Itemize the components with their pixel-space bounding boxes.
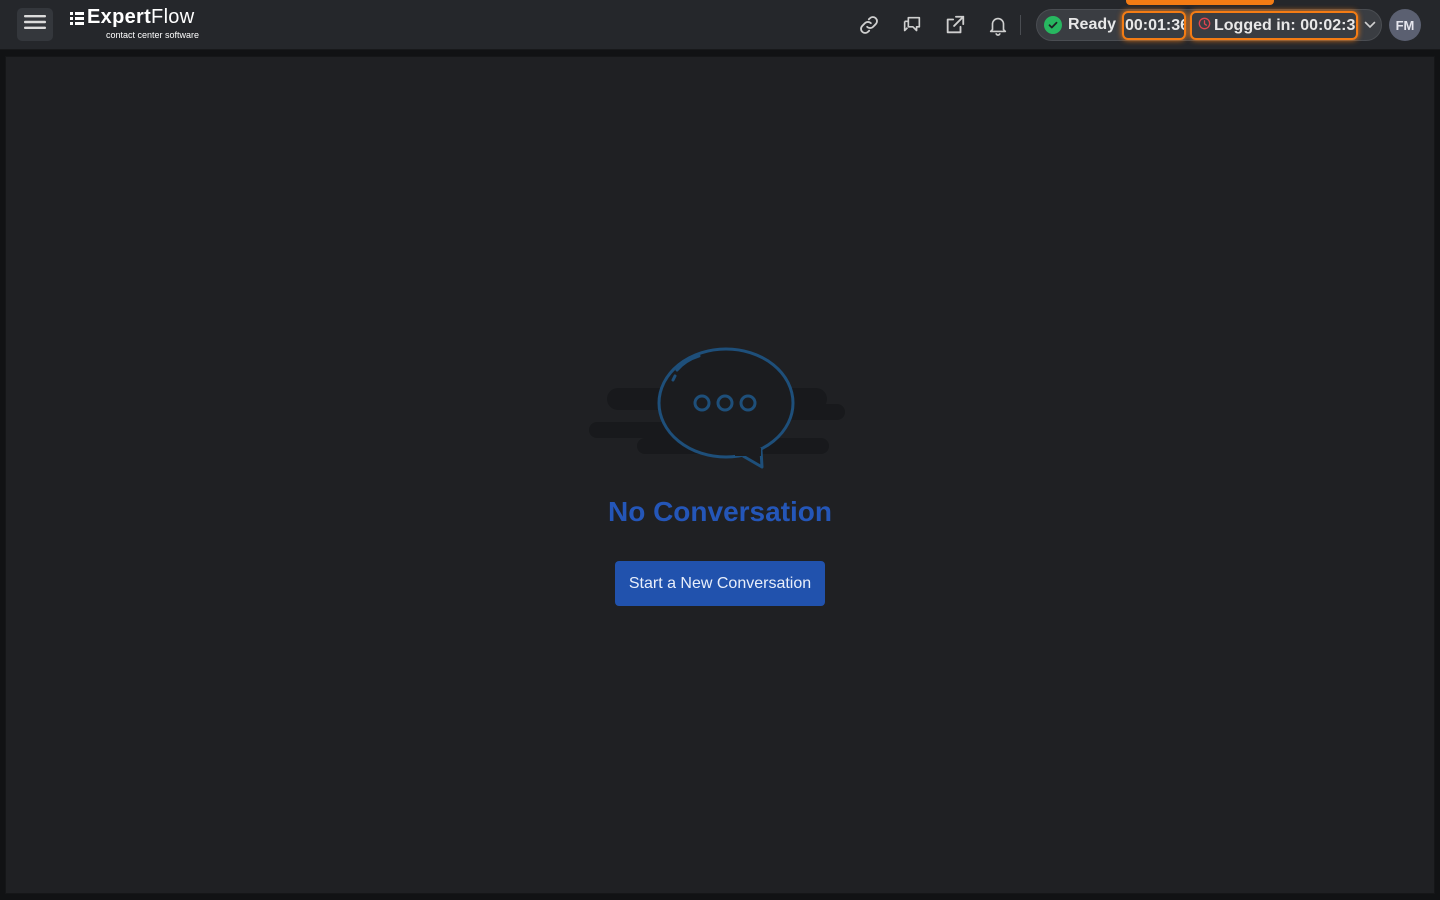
state-timer-value: 00:01:36 (1125, 16, 1186, 34)
user-avatar[interactable]: FM (1389, 9, 1421, 41)
share-icon[interactable] (943, 13, 967, 37)
chevron-down-icon[interactable] (1362, 17, 1378, 33)
header-divider (1020, 15, 1021, 35)
chat-bubble-illustration-icon (589, 347, 845, 469)
hamburger-icon (24, 14, 46, 35)
avatar-initials: FM (1395, 17, 1415, 33)
logo-subtitle: contact center software (106, 30, 200, 40)
start-new-conversation-button[interactable]: Start a New Conversation (615, 561, 825, 606)
check-circle-icon (1044, 16, 1062, 34)
empty-state-title: No Conversation (607, 496, 833, 527)
bell-icon[interactable] (986, 13, 1010, 37)
logo-grid-icon (70, 11, 84, 25)
clock-icon (1198, 17, 1211, 35)
logged-in-value: Logged in: 00:02:39 (1214, 16, 1358, 34)
logo-title-light: Flow (151, 6, 195, 28)
tooltip-edge (1126, 0, 1274, 5)
menu-toggle-button[interactable] (17, 8, 53, 41)
top-header: Expert Flow contact center software Read… (0, 0, 1440, 50)
conversation-area (5, 56, 1435, 894)
logo-title-bold: Expert (87, 6, 152, 28)
agent-state-ready[interactable]: Ready (1044, 15, 1116, 35)
link-icon[interactable] (857, 13, 881, 37)
agent-state-label: Ready (1068, 16, 1117, 33)
state-timer: 00:01:36 (1122, 11, 1186, 40)
logged-in-timer: Logged in: 00:02:39 (1190, 11, 1358, 40)
expertflow-logo: Expert Flow contact center software (70, 4, 210, 44)
chat-bubbles-icon[interactable] (900, 13, 924, 37)
